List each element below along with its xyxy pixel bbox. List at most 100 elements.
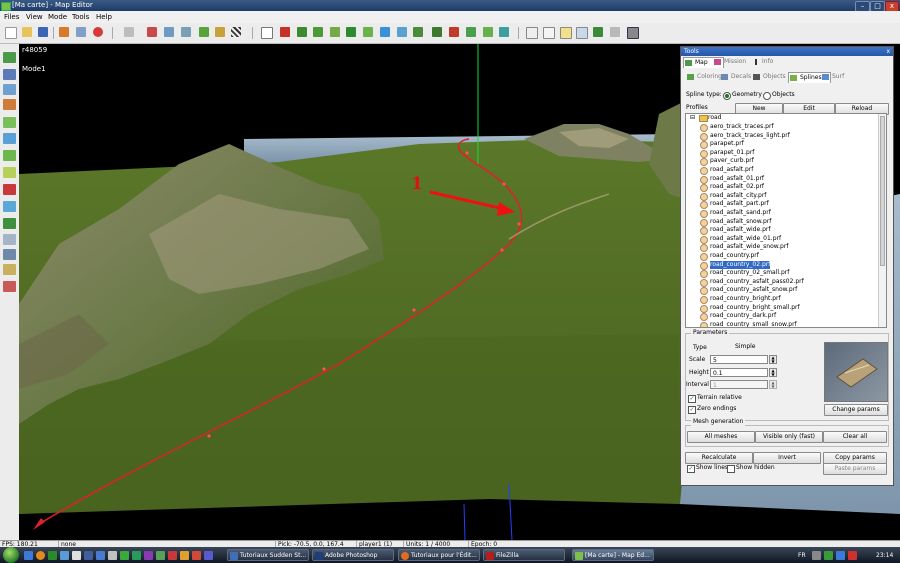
water-icon[interactable] [380, 27, 390, 37]
flag-tool-icon[interactable] [3, 184, 16, 195]
profiles-tree[interactable]: ⊟ road aero_track_traces.prf aero_track_t… [685, 113, 887, 328]
menu-help[interactable]: Help [96, 13, 112, 21]
height-spinner[interactable]: ▲ ▼ [769, 368, 777, 377]
menu-tools[interactable]: Tools [72, 13, 89, 21]
road-tool-icon[interactable] [3, 234, 16, 245]
profiles-scrollbar[interactable] [878, 114, 886, 327]
profile-item[interactable]: road_asfalt_01.prf [710, 175, 764, 183]
profiles-scroll-thumb[interactable] [880, 116, 885, 266]
field-tool-icon[interactable] [3, 167, 16, 178]
height-icon[interactable] [181, 27, 191, 37]
quicklaunch-explorer-icon[interactable] [72, 551, 81, 560]
lower-tool-icon[interactable] [3, 84, 16, 95]
profile-item[interactable]: road_country_asfalt_snow.prf [710, 286, 797, 294]
tree-root-road[interactable]: road [708, 114, 722, 122]
bush-icon[interactable] [330, 27, 340, 37]
quicklaunch-app1-icon[interactable] [120, 551, 129, 560]
profile-item[interactable]: parapet.prf [710, 140, 744, 148]
height-input[interactable]: 0.1 [710, 368, 768, 377]
new-file-icon[interactable] [5, 27, 17, 39]
start-button[interactable] [3, 547, 19, 563]
invert-button[interactable]: Invert [753, 452, 821, 464]
task-photoshop[interactable]: Adobe Photoshop [312, 549, 394, 561]
building-tool-icon[interactable] [3, 99, 16, 110]
quicklaunch-app3-icon[interactable] [144, 551, 153, 560]
scale-input[interactable]: 5 [710, 355, 768, 364]
tray-antivirus-icon[interactable] [848, 551, 857, 560]
change-params-button[interactable]: Change params [824, 404, 888, 416]
tray-network-icon[interactable] [824, 551, 833, 560]
decal-tool-icon[interactable] [432, 27, 442, 37]
grass-tool-icon[interactable] [3, 150, 16, 161]
clear-all-button[interactable]: Clear all [823, 431, 887, 443]
quicklaunch-folder-icon[interactable] [108, 551, 117, 560]
task-map-editor[interactable]: [Ma carte] - Map Ed... [572, 549, 654, 561]
terrain-tool-icon[interactable] [3, 52, 16, 63]
profile-item[interactable]: road_country_bright.prf [710, 295, 781, 303]
profile-item[interactable]: road_asfalt_wide.prf [710, 226, 770, 234]
spider-icon[interactable] [593, 27, 603, 37]
paint-brush-icon[interactable] [147, 27, 157, 37]
window-icon[interactable] [576, 27, 588, 39]
list-icon[interactable] [543, 27, 555, 39]
quicklaunch-app8-icon[interactable] [204, 551, 213, 560]
quicklaunch-app2-icon[interactable] [132, 551, 141, 560]
tools-close-button[interactable]: x [886, 47, 890, 56]
terrain-export-icon[interactable] [76, 27, 86, 37]
visible-only-button[interactable]: Visible only (fast) [755, 431, 823, 443]
scale-spinner[interactable]: ▲ ▼ [769, 355, 777, 364]
river-icon[interactable] [397, 27, 407, 37]
profile-item[interactable]: road_country_dark.prf [710, 312, 776, 320]
tray-volume-icon[interactable] [836, 551, 845, 560]
profile-item[interactable]: aero_track_traces_light.prf [710, 132, 790, 140]
interval-input[interactable]: 1 [710, 380, 768, 389]
layer-icon[interactable] [413, 27, 423, 37]
smooth-icon[interactable] [164, 27, 174, 37]
open-folder-icon[interactable] [22, 27, 32, 37]
forest-tool-icon[interactable] [3, 218, 16, 229]
profile-item[interactable]: road_asfalt_city.prf [710, 192, 766, 200]
sky-tool-icon[interactable] [3, 133, 16, 144]
profile-item[interactable]: road_asfalt_snow.prf [710, 218, 771, 226]
checker-icon[interactable] [231, 27, 241, 37]
sculpt-tool-icon[interactable] [3, 69, 16, 80]
field-icon[interactable] [363, 27, 373, 37]
menu-mode[interactable]: Mode [48, 13, 67, 21]
profile-item[interactable]: road_asfalt_wide_snow.prf [710, 243, 788, 251]
undo-icon[interactable] [124, 27, 134, 37]
show-lines-checkbox[interactable]: ✓ [687, 465, 695, 473]
show-hidden-checkbox[interactable] [727, 465, 735, 473]
task-filezilla[interactable]: FileZilla [483, 549, 565, 561]
tree-icon[interactable] [346, 27, 356, 37]
tree-collapse-icon[interactable]: ⊟ [690, 115, 695, 121]
zone-icon[interactable] [466, 27, 476, 37]
profile-item[interactable]: road_asfalt.prf [710, 166, 753, 174]
quicklaunch-app5-icon[interactable] [168, 551, 177, 560]
profile-item[interactable]: road_country.prf [710, 252, 759, 260]
house-tool-icon[interactable] [3, 281, 16, 292]
quicklaunch-messenger-icon[interactable] [60, 551, 69, 560]
select-arrow-icon[interactable] [261, 27, 273, 39]
quicklaunch-firefox-icon[interactable] [36, 551, 45, 560]
water-tool-icon[interactable] [3, 201, 16, 212]
save-icon[interactable] [38, 27, 48, 37]
profile-item[interactable]: road_asfalt_sand.prf [710, 209, 771, 217]
quicklaunch-app6-icon[interactable] [180, 551, 189, 560]
task-tutoriaux-editeur[interactable]: Tutoriaux pour l'Édit... [398, 549, 480, 561]
forest-icon[interactable] [313, 27, 323, 37]
zero-endings-checkbox[interactable]: ✓ [688, 406, 696, 414]
tab-surf[interactable]: Surf [821, 72, 858, 82]
task-tutoriaux-sudden[interactable]: Tutoriaux Sudden St... [227, 549, 309, 561]
grass-icon[interactable] [199, 27, 209, 37]
object-place-icon[interactable] [280, 27, 290, 37]
nav-icon[interactable] [499, 27, 509, 37]
bridge-tool-icon[interactable] [3, 249, 16, 260]
quicklaunch-utorrent-icon[interactable] [48, 551, 57, 560]
profile-item[interactable]: paver_curb.prf [710, 157, 754, 165]
quicklaunch-desktop-icon[interactable] [24, 551, 33, 560]
export-icon[interactable] [59, 27, 69, 37]
profile-item[interactable]: road_asfalt_part.prf [710, 200, 769, 208]
radio-objects[interactable] [763, 92, 771, 100]
light-icon[interactable] [449, 27, 459, 37]
terrain-relative-checkbox[interactable]: ✓ [688, 395, 696, 403]
